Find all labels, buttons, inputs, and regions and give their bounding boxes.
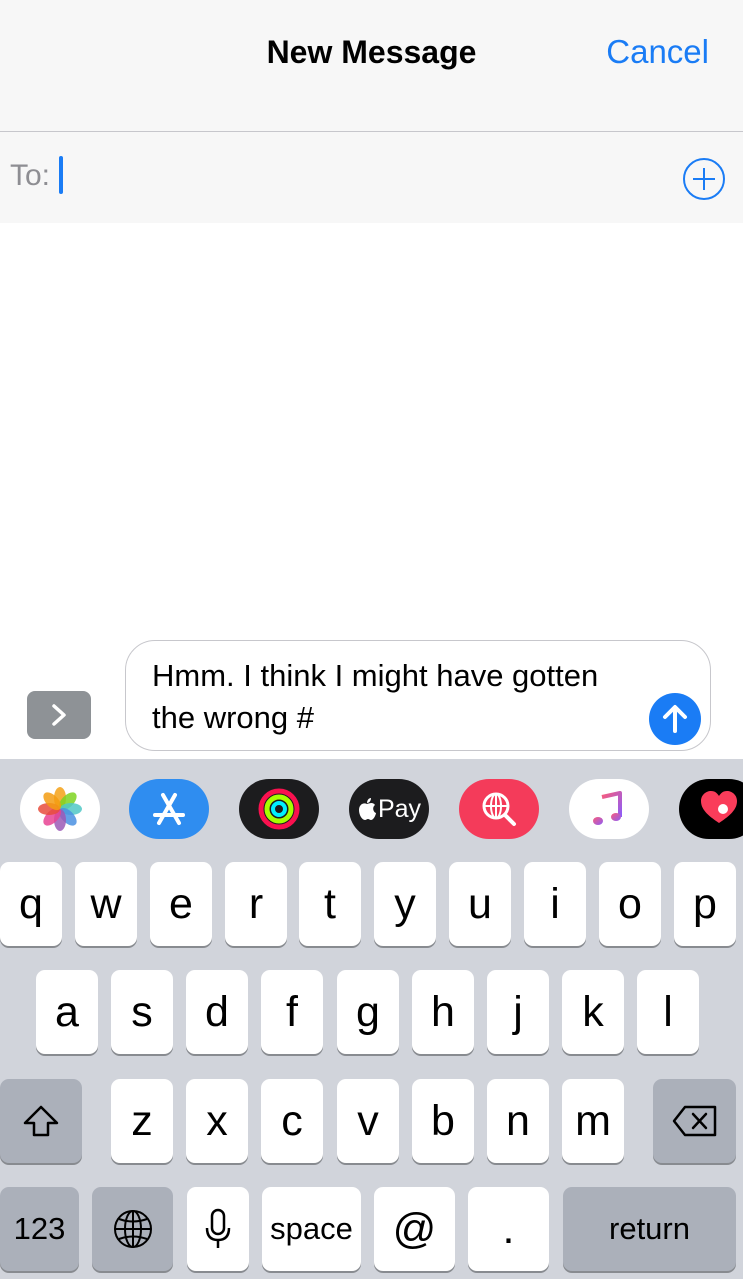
at-key[interactable]: @ (374, 1187, 455, 1271)
key-w[interactable]: w (75, 862, 137, 946)
shift-icon (23, 1105, 59, 1137)
key-c[interactable]: c (261, 1079, 323, 1163)
key-i[interactable]: i (524, 862, 586, 946)
key-r[interactable]: r (225, 862, 287, 946)
recipient-input[interactable] (58, 147, 658, 207)
chevron-right-icon (52, 704, 66, 726)
dictation-key[interactable] (187, 1187, 249, 1271)
apple-pay-button[interactable]: Pay (349, 779, 429, 839)
key-x[interactable]: x (186, 1079, 248, 1163)
key-b[interactable]: b (412, 1079, 474, 1163)
space-key[interactable]: space (262, 1187, 361, 1271)
key-j[interactable]: j (487, 970, 549, 1054)
key-o[interactable]: o (599, 862, 661, 946)
globe-icon (113, 1210, 152, 1248)
key-a[interactable]: a (36, 970, 98, 1054)
globe-key[interactable] (92, 1187, 173, 1271)
add-contact-icon[interactable] (682, 157, 726, 201)
key-p[interactable]: p (674, 862, 736, 946)
digital-touch-icon (701, 791, 737, 823)
web-images-icon (482, 792, 516, 826)
shift-key[interactable] (0, 1079, 82, 1163)
music-app-button[interactable] (569, 779, 649, 839)
key-q[interactable]: q (0, 862, 62, 946)
key-e[interactable]: e (150, 862, 212, 946)
apple-pay-icon: Pay (357, 795, 421, 824)
apple-logo-icon (358, 798, 376, 820)
key-s[interactable]: s (111, 970, 173, 1054)
keyboard: Pay q w e r t y u i o p a s d f g h j k … (0, 759, 743, 1279)
numbers-key[interactable]: 123 (0, 1187, 79, 1271)
key-z[interactable]: z (111, 1079, 173, 1163)
photos-icon (38, 787, 82, 831)
key-m[interactable]: m (562, 1079, 624, 1163)
key-t[interactable]: t (299, 862, 361, 946)
key-y[interactable]: y (374, 862, 436, 946)
apple-pay-label: Pay (377, 794, 422, 823)
activity-icon (258, 788, 300, 830)
send-button[interactable] (649, 693, 701, 745)
key-d[interactable]: d (186, 970, 248, 1054)
return-key[interactable]: return (563, 1187, 736, 1271)
microphone-icon (205, 1208, 231, 1248)
to-label: To: (10, 159, 51, 192)
key-h[interactable]: h (412, 970, 474, 1054)
message-input[interactable]: Hmm. I think I might have gotten the wro… (125, 640, 711, 751)
digital-touch-button[interactable] (679, 779, 743, 839)
music-icon (593, 791, 622, 825)
cancel-button[interactable]: Cancel (606, 33, 709, 71)
navigation-bar: New Message Cancel (0, 0, 743, 132)
backspace-icon (672, 1105, 716, 1137)
activity-app-button[interactable] (239, 779, 319, 839)
arrow-up-icon (663, 705, 687, 733)
key-f[interactable]: f (261, 970, 323, 1054)
key-n[interactable]: n (487, 1079, 549, 1163)
key-u[interactable]: u (449, 862, 511, 946)
message-area (0, 223, 743, 633)
app-store-button[interactable] (129, 779, 209, 839)
delete-key[interactable] (653, 1079, 736, 1163)
message-text: Hmm. I think I might have gotten the wro… (152, 658, 599, 735)
period-key[interactable]: . (468, 1187, 549, 1271)
photos-app-button[interactable] (20, 779, 100, 839)
app-drawer: Pay (0, 759, 743, 861)
app-store-icon (153, 793, 185, 825)
key-g[interactable]: g (337, 970, 399, 1054)
key-l[interactable]: l (637, 970, 699, 1054)
expand-apps-button[interactable] (27, 691, 91, 739)
key-v[interactable]: v (337, 1079, 399, 1163)
web-images-button[interactable] (459, 779, 539, 839)
key-k[interactable]: k (562, 970, 624, 1054)
recipient-row: To: (0, 132, 743, 223)
